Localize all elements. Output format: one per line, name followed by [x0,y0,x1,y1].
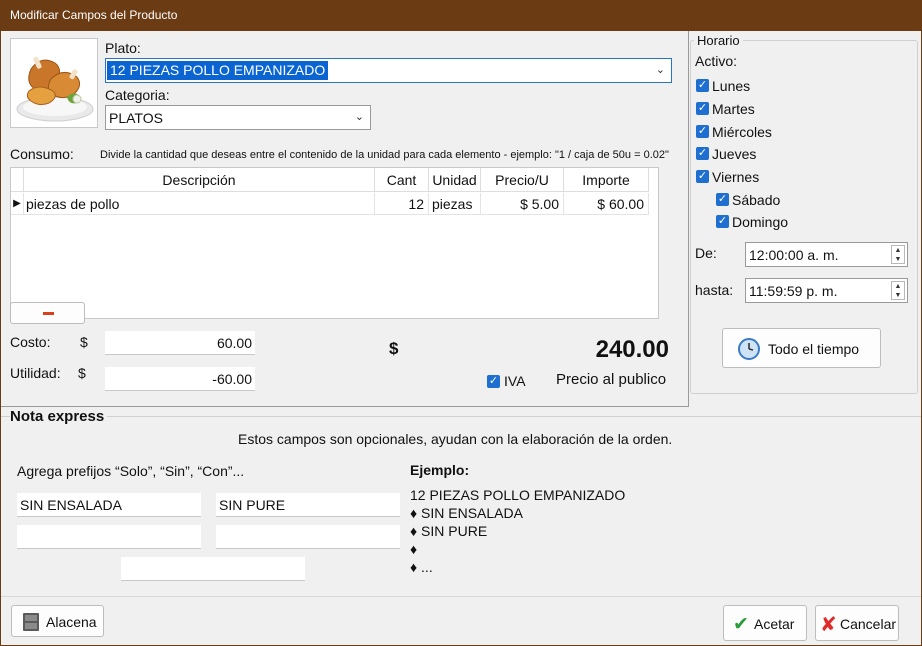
martes-label: Martes [712,101,755,117]
sabado-checkbox[interactable]: ✓ [716,193,729,206]
column-header-importe[interactable]: Importe [564,168,649,192]
alacena-label: Alacena [46,614,97,630]
domingo-checkbox[interactable]: ✓ [716,215,729,228]
lunes-label: Lunes [712,78,751,94]
utilidad-label: Utilidad: [10,365,61,381]
categoria-value: PLATOS [109,110,163,126]
nota-divider [1,416,921,417]
domingo-label: Domingo [732,214,789,230]
costo-field[interactable]: 60.00 [105,331,255,355]
chevron-down-icon[interactable]: ⌄ [656,63,665,76]
ejemplo-line: ♦ SIN ENSALADA [410,505,523,521]
todo-el-tiempo-label: Todo el tiempo [768,341,860,357]
utilidad-field[interactable]: -60.00 [105,367,255,391]
window-titlebar: Modificar Campos del Producto [0,0,922,31]
nota-field-2[interactable]: SIN PURE [216,493,400,517]
hasta-label: hasta: [695,282,734,298]
nota-field-4[interactable] [216,525,400,549]
column-header-precio[interactable]: Precio/U [481,168,564,192]
costo-currency: $ [80,334,88,350]
plato-value: 12 PIEZAS POLLO EMPANIZADO [107,61,329,80]
nota-title: Nota express [10,408,108,425]
sabado-label: Sábado [732,192,781,208]
lunes-checkbox[interactable]: ✓ [696,79,709,92]
ejemplo-line: ♦ ... [410,559,433,575]
aceptar-label: Acetar [754,616,795,632]
fried-chicken-dish-icon [16,56,94,122]
ejemplo-label: Ejemplo: [410,462,470,478]
spin-updown-icon[interactable]: ▲ ▼ [891,245,905,264]
miercoles-label: Miércoles [712,124,772,140]
hasta-time-picker[interactable]: 11:59:59 p. m. ▲ ▼ [745,278,908,303]
prefijos-label: Agrega prefijos “Solo”, “Sin”, “Con”... [17,463,245,479]
aceptar-button[interactable]: ✔ Acetar [723,605,807,641]
activo-label: Activo: [695,53,738,69]
iva-label: IVA [504,373,526,389]
viernes-checkbox[interactable]: ✓ [696,170,709,183]
consumo-table[interactable]: Descripción Cant Unidad Precio/U Importe… [10,167,659,319]
row-pointer-icon: ▶ [11,193,24,215]
column-header-descripcion[interactable]: Descripción [24,168,375,192]
todo-el-tiempo-button[interactable]: Todo el tiempo [722,328,881,368]
chevron-down-icon[interactable]: ⌄ [355,110,364,123]
viernes-label: Viernes [712,169,760,185]
price-caption: Precio al publico [556,371,667,388]
table-cell-descripcion[interactable]: piezas de pollo [24,193,375,215]
de-label: De: [695,245,717,261]
column-header-cant[interactable]: Cant [375,168,429,192]
column-header-unidad[interactable]: Unidad [429,168,481,192]
de-time-picker[interactable]: 12:00:00 a. m. ▲ ▼ [745,242,908,267]
cross-icon: ✘ [820,614,837,636]
minus-icon [43,312,54,315]
ejemplo-line: ♦ [410,541,418,557]
row-header-cell [11,168,24,192]
martes-checkbox[interactable]: ✓ [696,102,709,115]
utilidad-currency: $ [78,365,86,381]
table-cell-precio[interactable]: $ 5.00 [481,193,564,215]
cancelar-label: Cancelar [840,616,897,632]
consumo-hint: Divide la cantidad que deseas entre el c… [100,149,669,161]
categoria-combobox[interactable]: PLATOS ⌄ [105,105,371,130]
hasta-time-value: 11:59:59 p. m. [749,283,838,299]
categoria-label: Categoria: [105,87,170,103]
product-image[interactable] [10,38,98,128]
table-cell-cant[interactable]: 12 [375,193,429,215]
spin-updown-icon[interactable]: ▲ ▼ [891,281,905,300]
check-icon: ✔ [733,614,749,635]
public-price-value[interactable]: 240.00 [540,336,669,364]
window-title: Modificar Campos del Producto [10,8,178,22]
price-currency: $ [389,339,399,358]
costo-label: Costo: [10,334,51,350]
nota-subtitle: Estos campos son opcionales, ayudan con … [238,431,673,447]
cancelar-button[interactable]: ✘ Cancelar [815,605,899,641]
table-cell-unidad[interactable]: piezas [429,193,481,215]
remove-row-button[interactable] [10,302,85,324]
table-cell-importe[interactable]: $ 60.00 [564,193,649,215]
ejemplo-line: 12 PIEZAS POLLO EMPANIZADO [410,487,626,503]
nota-field-3[interactable] [17,525,201,549]
jueves-label: Jueves [712,146,757,162]
de-time-value: 12:00:00 a. m. [749,247,839,263]
plato-label: Plato: [105,40,141,56]
clock-icon [738,338,760,360]
jueves-checkbox[interactable]: ✓ [696,147,709,160]
plato-combobox[interactable]: 12 PIEZAS POLLO EMPANIZADO ⌄ [105,58,672,83]
iva-checkbox[interactable]: ✓ [487,375,500,388]
horario-title: Horario [694,33,743,48]
cupboard-icon [23,613,39,631]
ejemplo-line: ♦ SIN PURE [410,523,488,539]
miercoles-checkbox[interactable]: ✓ [696,125,709,138]
nota-field-5[interactable] [121,557,305,581]
nota-field-1[interactable]: SIN ENSALADA [17,493,201,517]
alacena-button[interactable]: Alacena [11,605,104,637]
consumo-label: Consumo: [10,146,74,162]
